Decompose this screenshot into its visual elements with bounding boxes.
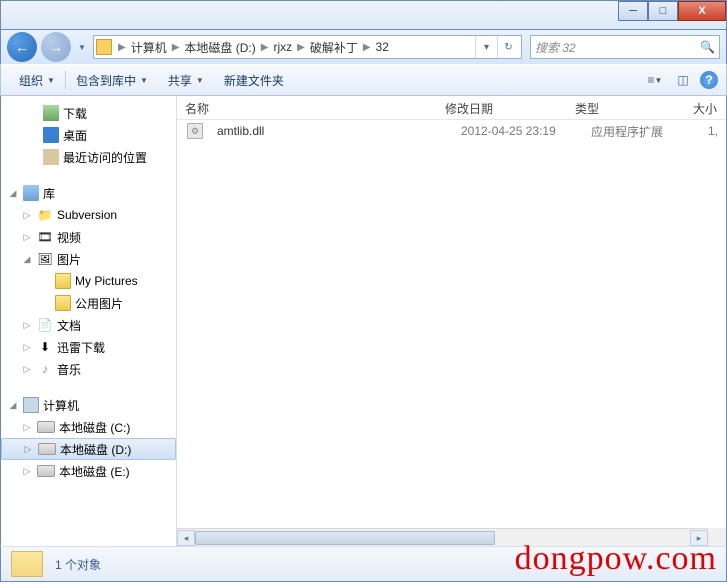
tree-item-drive-d[interactable]: ▷本地磁盘 (D:): [1, 438, 176, 460]
expand-icon[interactable]: ▷: [21, 364, 33, 375]
column-headers: 名称 修改日期 类型 大小: [177, 96, 726, 120]
close-button[interactable]: X: [678, 1, 726, 21]
pictures-icon: 🖼: [37, 251, 53, 267]
video-icon: 🎞: [37, 229, 53, 245]
scroll-left-button[interactable]: ◂: [177, 530, 195, 546]
file-size: 1,: [683, 124, 726, 138]
tree-item-drive-c[interactable]: ▷本地磁盘 (C:): [1, 416, 176, 438]
window-titlebar: ─ □ X: [0, 0, 727, 30]
breadcrumb-patch[interactable]: 破解补丁: [307, 39, 361, 56]
minimize-button[interactable]: ─: [618, 1, 648, 21]
view-options-button[interactable]: ≡ ▼: [644, 70, 666, 90]
chevron-right-icon[interactable]: ▶: [170, 42, 182, 53]
recent-icon: [43, 149, 59, 165]
expand-icon[interactable]: ▷: [21, 210, 33, 221]
breadcrumb-rjxz[interactable]: rjxz: [270, 40, 295, 54]
file-type: 应用程序扩展: [583, 123, 683, 140]
breadcrumb-drive-d[interactable]: 本地磁盘 (D:): [181, 39, 258, 56]
back-button[interactable]: ←: [7, 32, 37, 62]
search-icon: 🔍: [700, 40, 715, 54]
help-button[interactable]: ?: [700, 71, 718, 89]
documents-icon: 📄: [37, 317, 53, 333]
forward-button[interactable]: →: [41, 32, 71, 62]
file-name: amtlib.dll: [209, 124, 453, 138]
command-toolbar: 组织▼ 包含到库中▼ 共享▼ 新建文件夹 ≡ ▼ ◫ ?: [0, 64, 727, 96]
scroll-thumb[interactable]: [195, 531, 495, 545]
tree-item-desktop[interactable]: 桌面: [1, 124, 176, 146]
column-type[interactable]: 类型: [567, 96, 667, 119]
breadcrumb-computer[interactable]: 计算机: [128, 39, 170, 56]
xunlei-icon: ⬇: [37, 339, 53, 355]
collapse-icon[interactable]: ◢: [7, 400, 19, 411]
subversion-icon: 📁: [37, 207, 53, 223]
folder-icon: [96, 39, 112, 55]
chevron-right-icon[interactable]: ▶: [259, 42, 271, 53]
organize-menu[interactable]: 组织▼: [9, 65, 65, 95]
drive-icon: [38, 443, 56, 455]
main-area: 下载 桌面 最近访问的位置 ◢库 ▷📁Subversion ▷🎞视频 ◢🖼图片 …: [0, 96, 727, 546]
dll-file-icon: ⚙: [187, 123, 203, 139]
column-size[interactable]: 大小: [667, 96, 726, 119]
address-bar[interactable]: ▶ 计算机 ▶ 本地磁盘 (D:) ▶ rjxz ▶ 破解补丁 ▶ 32 ▾ ↻: [93, 35, 522, 59]
search-input[interactable]: 搜索 32 🔍: [530, 35, 720, 59]
library-icon: [23, 185, 39, 201]
expand-icon[interactable]: ▷: [21, 422, 33, 433]
tree-item-recent[interactable]: 最近访问的位置: [1, 146, 176, 168]
breadcrumb-32[interactable]: 32: [373, 40, 392, 54]
arrow-left-icon: ←: [15, 39, 29, 55]
tree-item-music[interactable]: ▷♪音乐: [1, 358, 176, 380]
desktop-icon: [43, 127, 59, 143]
folder-icon: [55, 295, 71, 311]
tree-item-xunlei[interactable]: ▷⬇迅雷下载: [1, 336, 176, 358]
status-text: 1 个对象: [55, 556, 101, 573]
maximize-button[interactable]: □: [648, 1, 678, 21]
navigation-tree[interactable]: 下载 桌面 最近访问的位置 ◢库 ▷📁Subversion ▷🎞视频 ◢🖼图片 …: [1, 96, 177, 546]
expand-icon[interactable]: ▷: [21, 342, 33, 353]
tree-item-computer[interactable]: ◢计算机: [1, 394, 176, 416]
music-icon: ♪: [37, 361, 53, 377]
navigation-bar: ← → ▼ ▶ 计算机 ▶ 本地磁盘 (D:) ▶ rjxz ▶ 破解补丁 ▶ …: [0, 30, 727, 64]
column-name[interactable]: 名称: [177, 96, 437, 119]
tree-item-public-pictures[interactable]: 公用图片: [1, 292, 176, 314]
file-date: 2012-04-25 23:19: [453, 124, 583, 138]
preview-pane-button[interactable]: ◫: [672, 70, 694, 90]
chevron-right-icon[interactable]: ▶: [116, 42, 128, 53]
tree-item-pictures[interactable]: ◢🖼图片: [1, 248, 176, 270]
column-date[interactable]: 修改日期: [437, 96, 567, 119]
chevron-right-icon[interactable]: ▶: [295, 42, 307, 53]
expand-icon[interactable]: ▷: [21, 320, 33, 331]
tree-item-drive-e[interactable]: ▷本地磁盘 (E:): [1, 460, 176, 482]
expand-icon[interactable]: ▷: [21, 466, 33, 477]
folder-icon: [55, 273, 71, 289]
tree-item-subversion[interactable]: ▷📁Subversion: [1, 204, 176, 226]
file-row[interactable]: ⚙ amtlib.dll 2012-04-25 23:19 应用程序扩展 1,: [177, 120, 726, 142]
arrow-right-icon: →: [49, 39, 63, 55]
expand-icon[interactable]: ▷: [22, 444, 34, 455]
tree-item-downloads[interactable]: 下载: [1, 102, 176, 124]
share-menu[interactable]: 共享▼: [158, 65, 214, 95]
include-in-library-menu[interactable]: 包含到库中▼: [66, 65, 158, 95]
drive-icon: [37, 465, 55, 477]
refresh-button[interactable]: ↻: [497, 36, 519, 58]
file-list: 名称 修改日期 类型 大小 ⚙ amtlib.dll 2012-04-25 23…: [177, 96, 726, 546]
search-placeholder: 搜索 32: [535, 39, 576, 56]
tree-item-libraries[interactable]: ◢库: [1, 182, 176, 204]
collapse-icon[interactable]: ◢: [21, 254, 33, 265]
download-icon: [43, 105, 59, 121]
tree-item-videos[interactable]: ▷🎞视频: [1, 226, 176, 248]
folder-icon: [11, 551, 43, 577]
computer-icon: [23, 397, 39, 413]
address-dropdown[interactable]: ▾: [475, 36, 497, 58]
tree-item-my-pictures[interactable]: My Pictures: [1, 270, 176, 292]
drive-icon: [37, 421, 55, 433]
chevron-right-icon[interactable]: ▶: [361, 42, 373, 53]
watermark-text: dongpow.com: [515, 540, 717, 578]
new-folder-button[interactable]: 新建文件夹: [214, 65, 294, 95]
collapse-icon[interactable]: ◢: [7, 188, 19, 199]
tree-item-documents[interactable]: ▷📄文档: [1, 314, 176, 336]
expand-icon[interactable]: ▷: [21, 232, 33, 243]
history-dropdown[interactable]: ▼: [75, 33, 89, 61]
